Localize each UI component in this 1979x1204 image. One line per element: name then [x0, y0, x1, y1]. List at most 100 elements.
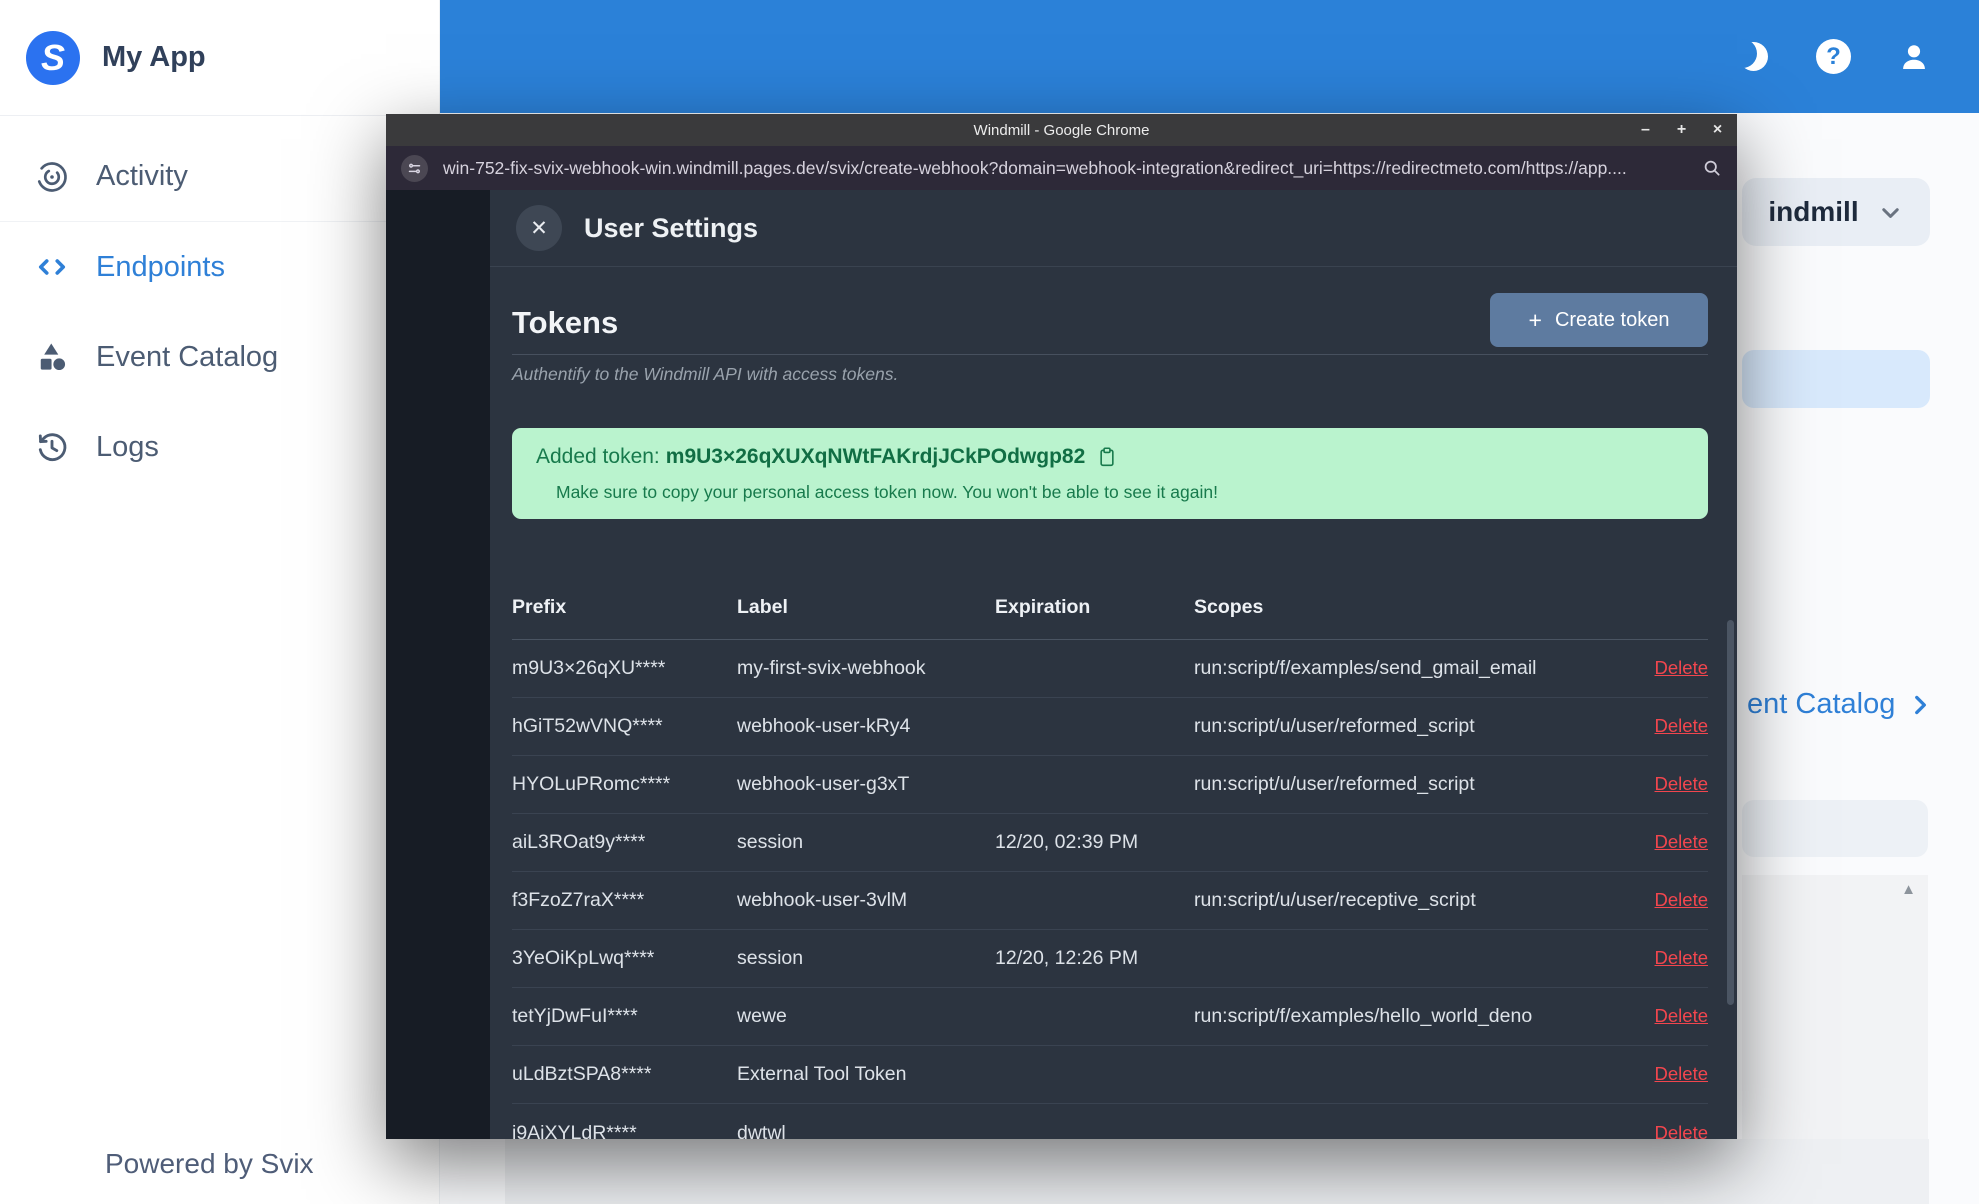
close-icon[interactable]: ✕	[516, 205, 562, 251]
delete-link[interactable]: Delete	[1655, 831, 1708, 852]
delete-link[interactable]: Delete	[1655, 657, 1708, 678]
screen: S My App Activity Endpoints Event Catalo…	[0, 0, 1979, 1204]
cell-label: webhook-user-kRy4	[737, 715, 911, 737]
cell-label: External Tool Token	[737, 1063, 907, 1085]
workspace-dropdown[interactable]: indmill	[1742, 178, 1930, 246]
alert-warning: Make sure to copy your personal access t…	[556, 482, 1218, 502]
divider	[512, 354, 1708, 355]
maximize-button[interactable]: +	[1674, 121, 1689, 139]
event-catalog-link-label: ent Catalog	[1747, 688, 1896, 720]
window-controls: – + ×	[1638, 114, 1725, 146]
window-title: Windmill - Google Chrome	[973, 121, 1150, 139]
chrome-window: Windmill - Google Chrome – + × win-752-f…	[386, 114, 1737, 1139]
topbar: ?	[440, 0, 1979, 113]
table-row: tetYjDwFuI**** wewe run:script/f/examples/…	[512, 988, 1708, 1046]
cell-prefix: uLdBztSPA8****	[512, 1063, 652, 1085]
close-window-button[interactable]: ×	[1710, 121, 1725, 139]
clipboard-icon[interactable]	[1097, 446, 1117, 468]
help-icon[interactable]: ?	[1816, 39, 1851, 74]
svix-logo-icon: S	[26, 30, 80, 85]
create-token-button[interactable]: + Create token	[1490, 293, 1708, 347]
background-panel: ▲	[1742, 875, 1928, 1139]
cell-scopes: run:script/u/user/reformed_script	[1194, 715, 1475, 737]
background-card	[1742, 800, 1928, 857]
magnifier-icon[interactable]	[1702, 158, 1722, 178]
moon-icon[interactable]	[1728, 38, 1770, 75]
cell-scopes: run:script/f/examples/send_gmail_email	[1194, 657, 1537, 679]
sidebar-header: S My App	[0, 0, 439, 116]
cell-label: session	[737, 947, 804, 969]
cell-scopes: run:script/u/user/receptive_script	[1194, 889, 1476, 911]
cell-prefix: tetYjDwFuI****	[512, 1005, 638, 1027]
sidebar-item-logs[interactable]: Logs	[0, 402, 439, 492]
sidebar-item-label: Activity	[96, 160, 188, 192]
window-titlebar[interactable]: Windmill - Google Chrome – + ×	[386, 114, 1737, 146]
app-title: My App	[102, 41, 206, 73]
sidebar-item-label: Event Catalog	[96, 340, 279, 373]
delete-link[interactable]: Delete	[1655, 715, 1708, 736]
cell-scopes: run:script/u/user/reformed_script	[1194, 773, 1475, 795]
token-value: m9U3×26qXUXqNWtFAKrdjJCkPOdwgp82	[665, 445, 1086, 468]
user-icon[interactable]	[1897, 40, 1931, 74]
cell-label: session	[737, 831, 804, 853]
background-bottom-panel	[505, 1139, 1929, 1204]
url-bar[interactable]: win-752-fix-svix-webhook-win.windmill.pa…	[386, 146, 1737, 190]
cell-prefix: f3FzoZ7raX****	[512, 889, 645, 911]
delete-link[interactable]: Delete	[1655, 947, 1708, 968]
workspace-name: indmill	[1768, 196, 1859, 227]
delete-link[interactable]: Delete	[1655, 773, 1708, 794]
cell-label: wewe	[737, 1005, 787, 1027]
table-row: hGiT52wVNQ**** webhook-user-kRy4 run:scrip…	[512, 698, 1708, 756]
sidebar-item-label: Endpoints	[96, 250, 225, 283]
shapes-icon	[40, 343, 66, 371]
table-row: f3FzoZ7raX**** webhook-user-3vlM run:scrip…	[512, 872, 1708, 930]
site-settings-icon[interactable]	[401, 154, 428, 182]
header-scopes: Scopes	[1194, 595, 1264, 618]
drawer-body: Tokens + Create token Authentify to the …	[490, 293, 1737, 1139]
cell-label: dwtwl	[737, 1121, 786, 1140]
delete-link[interactable]: Delete	[1655, 1122, 1708, 1140]
cell-label: webhook-user-3vlM	[737, 889, 908, 911]
sidebar-item-endpoints[interactable]: Endpoints	[0, 222, 439, 312]
scroll-up-arrow-icon[interactable]: ▲	[1901, 881, 1916, 898]
token-added-alert: Added token: m9U3×26qXUXqNWtFAKrdjJCkPOd…	[512, 428, 1708, 519]
powered-by-svix: Powered by Svix	[105, 1148, 314, 1179]
sidebar-item-activity[interactable]: Activity	[0, 132, 439, 222]
minimize-button[interactable]: –	[1638, 121, 1653, 139]
cell-prefix: hGiT52wVNQ****	[512, 715, 663, 737]
url-text[interactable]: win-752-fix-svix-webhook-win.windmill.pa…	[443, 158, 1692, 179]
history-clock-icon	[38, 433, 67, 462]
cell-label: webhook-user-g3xT	[737, 773, 910, 795]
delete-link[interactable]: Delete	[1655, 1063, 1708, 1084]
tokens-subtitle: Authentify to the Windmill API with acce…	[512, 364, 899, 384]
chevron-right-icon	[1915, 695, 1927, 714]
sidebar-item-event-catalog[interactable]: Event Catalog	[0, 312, 439, 402]
alert-label: Added token:	[536, 445, 660, 468]
table-row: aiL3ROat9y**** session 12/20, 02:39 PM Dele…	[512, 814, 1708, 872]
drawer-title: User Settings	[584, 212, 759, 243]
cell-prefix: HYOLuPRomc****	[512, 773, 671, 795]
table-row: HYOLuPRomc**** webhook-user-g3xT run:scrip…	[512, 756, 1708, 814]
user-settings-drawer: ✕ User Settings Tokens + Create token Au…	[490, 190, 1737, 1139]
header-prefix: Prefix	[512, 595, 567, 618]
cell-prefix: 3YeOiKpLwq****	[512, 947, 655, 969]
cell-prefix: i9AiXYLdR****	[512, 1121, 637, 1140]
cell-prefix: m9U3×26qXU****	[512, 657, 666, 679]
delete-link[interactable]: Delete	[1655, 889, 1708, 910]
header-expiration: Expiration	[995, 595, 1091, 618]
sidebar-item-label: Logs	[96, 430, 159, 463]
delete-link[interactable]: Delete	[1655, 1005, 1708, 1026]
drawer-scrollbar[interactable]	[1727, 620, 1734, 1005]
tokens-table-body: m9U3×26qXU**** my-first-svix-webhook run:s…	[512, 640, 1708, 1139]
drawer-header: ✕ User Settings	[490, 190, 1737, 267]
cell-expiration: 12/20, 12:26 PM	[995, 947, 1139, 969]
tokens-table: Prefix Label Expiration Scopes m9U3×26qX…	[512, 575, 1708, 1139]
plus-icon: +	[1528, 306, 1542, 333]
chevron-down-icon	[1881, 207, 1899, 218]
header-label: Label	[737, 595, 788, 618]
cell-prefix: aiL3ROat9y****	[512, 831, 646, 853]
event-catalog-link[interactable]: ent Catalog	[1747, 688, 1933, 721]
background-info-bar	[1742, 350, 1930, 408]
cell-label: my-first-svix-webhook	[737, 657, 926, 679]
cell-scopes: run:script/f/examples/hello_world_deno	[1194, 1005, 1533, 1027]
